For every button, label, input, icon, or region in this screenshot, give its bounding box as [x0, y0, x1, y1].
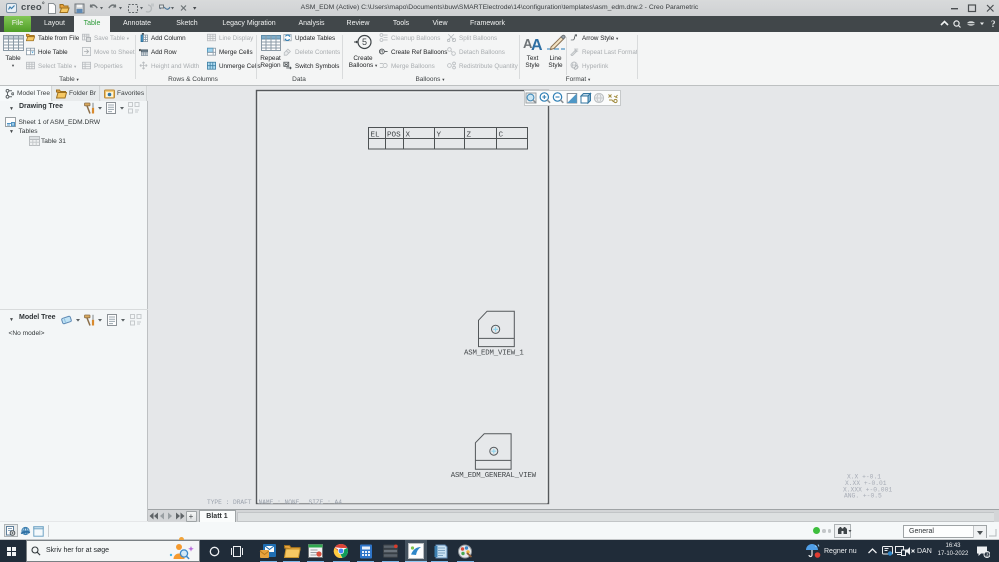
svg-text:ASM_EDM_GENERAL_VIEW: ASM_EDM_GENERAL_VIEW	[451, 472, 537, 480]
svg-text:Z: Z	[467, 132, 472, 140]
svg-text:3: 3	[985, 553, 988, 558]
svg-text:ANG. +-0.5: ANG. +-0.5	[844, 493, 882, 500]
svg-text:X: X	[406, 132, 411, 140]
svg-text:Y: Y	[437, 132, 442, 140]
svg-text:NAME : NONE: NAME : NONE	[259, 499, 300, 506]
svg-text:A: A	[531, 37, 543, 53]
svg-text:ASM_EDM_VIEW_1: ASM_EDM_VIEW_1	[464, 350, 524, 358]
svg-text:EL: EL	[371, 132, 381, 140]
svg-text:?: ?	[991, 19, 996, 29]
svg-text:C: C	[499, 132, 504, 140]
svg-text:POS: POS	[387, 132, 401, 140]
svg-text:5: 5	[362, 37, 367, 47]
svg-text:TYPE : DRAFT: TYPE : DRAFT	[207, 499, 252, 506]
svg-text:SIZE : A4: SIZE : A4	[309, 499, 343, 506]
